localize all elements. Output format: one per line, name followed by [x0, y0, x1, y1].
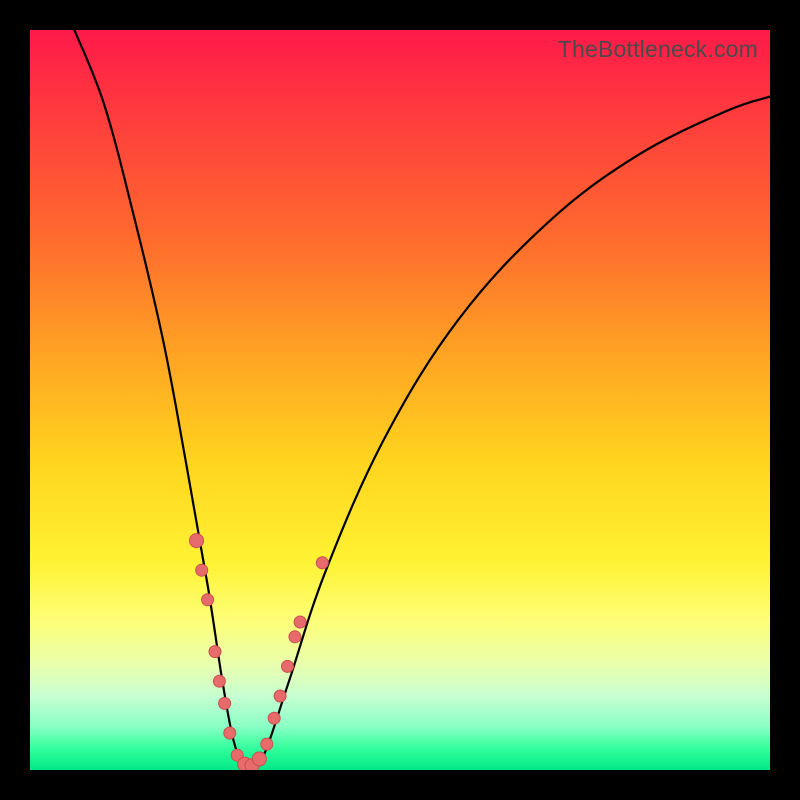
bottleneck-curve: [74, 30, 770, 769]
data-point: [219, 697, 231, 709]
data-point: [190, 534, 204, 548]
curve-svg: [30, 30, 770, 770]
data-point: [274, 690, 286, 702]
data-point: [209, 646, 221, 658]
data-points: [190, 534, 329, 770]
data-point: [268, 712, 280, 724]
data-point: [252, 752, 266, 766]
chart-frame: TheBottleneck.com: [0, 0, 800, 800]
data-point: [294, 616, 306, 628]
data-point: [316, 557, 328, 569]
data-point: [202, 594, 214, 606]
data-point: [289, 631, 301, 643]
data-point: [224, 727, 236, 739]
data-point: [213, 675, 225, 687]
data-point: [196, 564, 208, 576]
data-point: [282, 660, 294, 672]
data-point: [261, 738, 273, 750]
plot-area: TheBottleneck.com: [30, 30, 770, 770]
